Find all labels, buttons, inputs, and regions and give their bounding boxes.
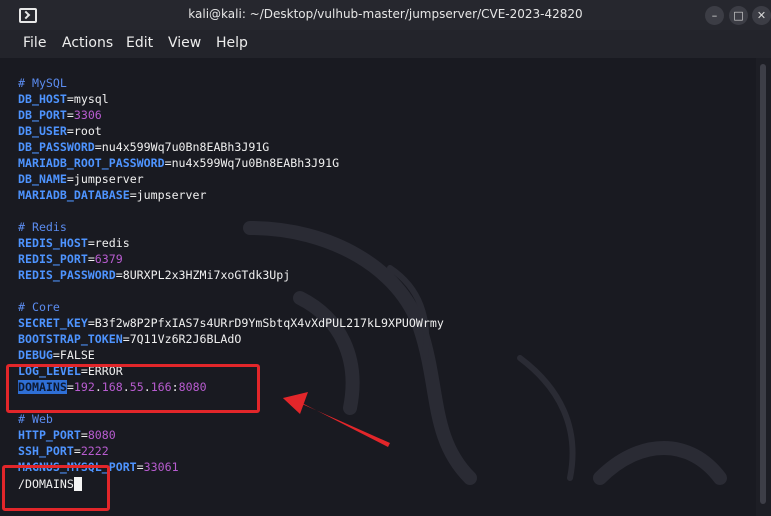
- menu-help[interactable]: Help: [216, 35, 248, 51]
- env-key: DB_HOST: [18, 92, 67, 106]
- scroll-thumb[interactable]: [760, 64, 766, 504]
- env-key: SECRET_KEY: [18, 316, 88, 330]
- env-value: 6379: [94, 252, 123, 266]
- close-icon: ✕: [756, 9, 767, 22]
- window-title: kali@kali: ~/Desktop/vulhub-master/jumps…: [188, 7, 583, 21]
- line-secret-key: SECRET_KEY=B3f2w8P2PfxIAS7s4URrD9YmSbtqX…: [18, 316, 444, 330]
- env-value: jumpserver: [73, 172, 144, 186]
- env-value: 7Q11Vz6R2J6BLAdO: [129, 332, 242, 346]
- menu-file[interactable]: File: [23, 35, 46, 51]
- maximize-icon: □: [733, 9, 744, 22]
- line-http-port: HTTP_PORT=8080: [18, 428, 116, 442]
- env-key: BOOTSTRAP_TOKEN: [18, 332, 123, 346]
- env-value: jumpserver: [136, 188, 207, 202]
- env-value: FALSE: [59, 348, 95, 362]
- menu-view[interactable]: View: [168, 35, 201, 51]
- env-key: DB_NAME: [18, 172, 67, 186]
- kali-dragon-watermark: [243, 221, 727, 485]
- line-redis-password: REDIS_PASSWORD=8URXPL2x3HZMi7xoGTdk3Upj: [18, 268, 291, 282]
- line-mariadb-database: MARIADB_DATABASE=jumpserver: [18, 188, 207, 202]
- line-db-port: DB_PORT=3306: [18, 108, 102, 122]
- env-value: nu4x599Wq7u0Bn8EABh3J91G: [101, 140, 270, 154]
- menu-bar: File Actions Edit View Help: [0, 30, 771, 58]
- line-ssh-port: SSH_PORT=2222: [18, 444, 109, 458]
- comment-mysql: # MySQL: [18, 76, 67, 90]
- maximize-button[interactable]: □: [729, 6, 748, 25]
- minimize-icon: –: [711, 9, 718, 22]
- env-key: REDIS_PORT: [18, 252, 88, 266]
- env-key: MARIADB_ROOT_PASSWORD: [18, 156, 165, 170]
- env-key: REDIS_HOST: [18, 236, 88, 250]
- line-db-host: DB_HOST=mysql: [18, 92, 109, 106]
- env-value: 33061: [143, 460, 179, 474]
- line-db-password: DB_PASSWORD=nu4x599Wq7u0Bn8EABh3J91G: [18, 140, 270, 154]
- line-redis-host: REDIS_HOST=redis: [18, 236, 130, 250]
- line-db-name: DB_NAME=jumpserver: [18, 172, 144, 186]
- env-key: SSH_PORT: [18, 444, 74, 458]
- line-redis-port: REDIS_PORT=6379: [18, 252, 123, 266]
- comment-redis: # Redis: [18, 220, 67, 234]
- line-debug: DEBUG=FALSE: [18, 348, 95, 362]
- env-key: DB_PASSWORD: [18, 140, 95, 154]
- close-button[interactable]: ✕: [752, 6, 771, 25]
- annotation-box-domains: [6, 364, 260, 413]
- env-key: MARIADB_DATABASE: [18, 188, 130, 202]
- minimize-button[interactable]: –: [705, 6, 724, 25]
- env-value: 3306: [73, 108, 102, 122]
- env-value: 2222: [80, 444, 109, 458]
- title-bar: kali@kali: ~/Desktop/vulhub-master/jumps…: [0, 0, 771, 30]
- env-value: root: [73, 124, 102, 138]
- menu-actions[interactable]: Actions: [62, 35, 113, 51]
- env-value: B3f2w8P2PfxIAS7s4URrD9YmSbtqX4vXdPUL217k…: [94, 316, 444, 330]
- env-key: DB_USER: [18, 124, 67, 138]
- env-value: mysql: [73, 92, 109, 106]
- comment-core: # Core: [18, 300, 60, 314]
- line-db-user: DB_USER=root: [18, 124, 102, 138]
- annotation-box-search: [2, 465, 110, 511]
- env-value: redis: [94, 236, 130, 250]
- scrollbar[interactable]: [756, 58, 771, 516]
- env-value: nu4x599Wq7u0Bn8EABh3J91G: [171, 156, 340, 170]
- env-key: DB_PORT: [18, 108, 67, 122]
- env-key: DEBUG: [18, 348, 53, 362]
- line-bootstrap-token: BOOTSTRAP_TOKEN=7Q11Vz6R2J6BLAdO: [18, 332, 242, 346]
- env-value: 8URXPL2x3HZMi7xoGTdk3Upj: [122, 268, 291, 282]
- comment-web: # Web: [18, 412, 53, 426]
- terminal-output[interactable]: # MySQL DB_HOST=mysql DB_PORT=3306 DB_US…: [0, 58, 756, 516]
- line-mariadb-root-password: MARIADB_ROOT_PASSWORD=nu4x599Wq7u0Bn8EAB…: [18, 156, 340, 170]
- menu-edit[interactable]: Edit: [126, 35, 153, 51]
- env-key: HTTP_PORT: [18, 428, 81, 442]
- env-value: 8080: [87, 428, 116, 442]
- env-key: REDIS_PASSWORD: [18, 268, 116, 282]
